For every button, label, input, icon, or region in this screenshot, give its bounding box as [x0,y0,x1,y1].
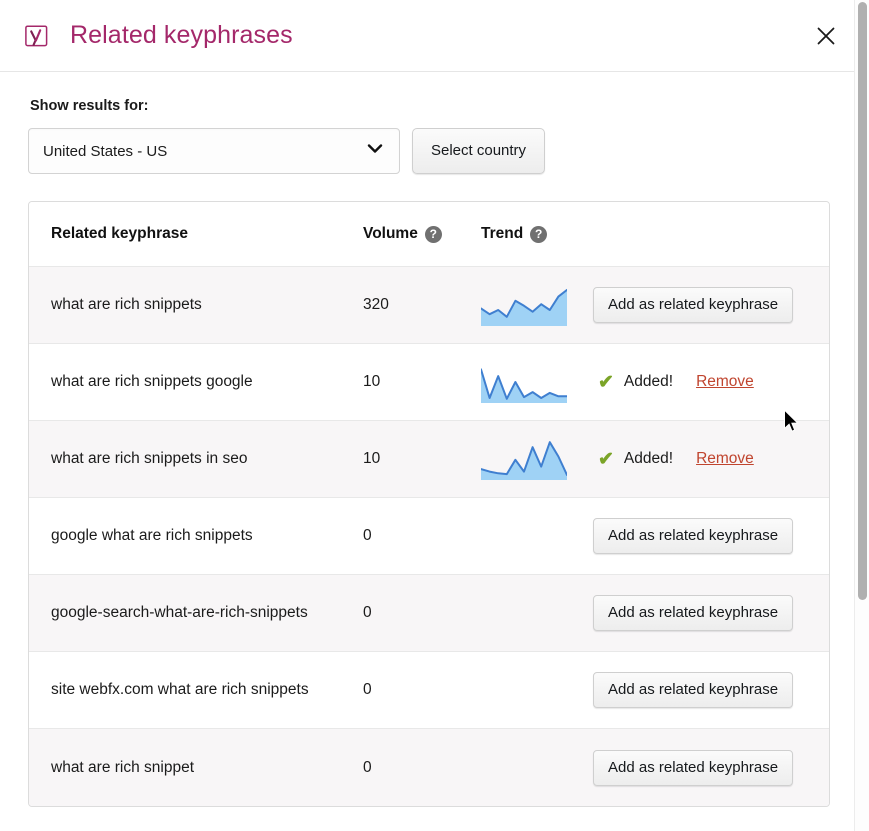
row-action-cell: Add as related keyphrase [593,672,809,708]
row-trend-sparkline [481,438,593,480]
row-keyphrase: what are rich snippets google [51,373,253,391]
add-as-related-keyphrase-button[interactable]: Add as related keyphrase [593,672,794,708]
row-keyphrase: google what are rich snippets [51,527,253,545]
row-keyphrase: what are rich snippet [51,758,195,776]
row-volume: 0 [363,527,372,544]
vertical-scrollbar-thumb[interactable] [858,2,867,600]
show-results-label: Show results for: [30,98,149,114]
added-label: Added! [623,373,674,390]
check-icon: ✔ [598,371,614,393]
added-status: ✔ Added! Remove [593,450,754,469]
added-status: ✔ Added! Remove [593,373,754,392]
chevron-down-icon [365,142,385,161]
select-country-button[interactable]: Select country [412,128,546,174]
related-keyphrases-table: Related keyphrase Volume ? Trend ? what … [28,201,830,807]
trend-help-icon[interactable]: ? [530,225,548,243]
column-header-trend-label: Trend [481,225,524,242]
check-icon: ✔ [598,448,614,470]
country-select-value: United States - US [43,142,168,160]
country-select[interactable]: United States - US [28,128,400,174]
row-action-cell: Add as related keyphrase [593,595,809,631]
row-volume: 0 [363,758,372,776]
volume-help-icon[interactable]: ? [424,225,442,243]
row-action-cell: Add as related keyphrase [593,749,809,786]
add-as-related-keyphrase-button[interactable]: Add as related keyphrase [593,749,794,786]
table-row: google-search-what-are-rich-snippets 0 Add… [29,575,829,652]
close-icon[interactable] [809,19,843,53]
table-row: what are rich snippet 0 Add as related key… [29,729,829,806]
table-row: what are rich snippets in seo 10 ✔ Added! Re… [29,421,829,498]
column-header-volume-label: Volume [363,225,418,242]
row-action-cell: Add as related keyphrase [593,518,809,554]
add-as-related-keyphrase-button[interactable]: Add as related keyphrase [593,595,794,631]
table-rows: what are rich snippets 320 Add as related … [29,267,829,806]
add-as-related-keyphrase-button[interactable]: Add as related keyphrase [593,287,794,323]
vertical-scrollbar[interactable] [854,0,869,831]
page-title: Related keyphrases [70,21,293,49]
modal-header: Related keyphrases [0,0,869,72]
row-keyphrase: site webfx.com what are rich snippets [51,681,309,699]
table-row: site webfx.com what are rich snippets 0 Ad… [29,652,829,729]
table-header-row: Related keyphrase Volume ? Trend ? [29,202,829,267]
row-volume: 10 [363,373,381,390]
table-row: what are rich snippets 320 Add as related … [29,267,829,344]
column-header-trend: Trend ? [481,225,593,243]
row-keyphrase: google-search-what-are-rich-snippets [51,604,308,622]
add-as-related-keyphrase-button[interactable]: Add as related keyphrase [593,518,794,554]
column-header-keyphrase: Related keyphrase [51,225,188,243]
row-action-cell: Add as related keyphrase [593,287,809,323]
table-row: what are rich snippets google 10 ✔ Added! Re… [29,344,829,421]
row-action-cell: ✔ Added! Remove [593,373,809,392]
row-volume: 0 [363,604,372,621]
yoast-logo-icon [24,23,50,49]
row-trend-sparkline [481,284,593,326]
row-trend-sparkline [481,361,593,403]
column-header-volume: Volume ? [363,225,481,243]
country-controls-row: United States - US Select country [28,128,841,174]
added-label: Added! [623,450,674,467]
related-keyphrases-modal: Related keyphrases Show results for: Uni… [0,0,869,831]
row-keyphrase: what are rich snippets [51,296,202,314]
remove-keyphrase-link[interactable]: Remove [696,373,754,391]
modal-body: Show results for: United States - US Sel… [0,72,869,831]
table-row: google what are rich snippets 0 Add as rel… [29,498,829,575]
row-volume: 320 [363,296,389,313]
row-action-cell: ✔ Added! Remove [593,450,809,469]
row-volume: 0 [363,681,372,698]
row-volume: 10 [363,450,381,467]
row-keyphrase: what are rich snippets in seo [51,450,248,468]
remove-keyphrase-link[interactable]: Remove [696,450,754,468]
